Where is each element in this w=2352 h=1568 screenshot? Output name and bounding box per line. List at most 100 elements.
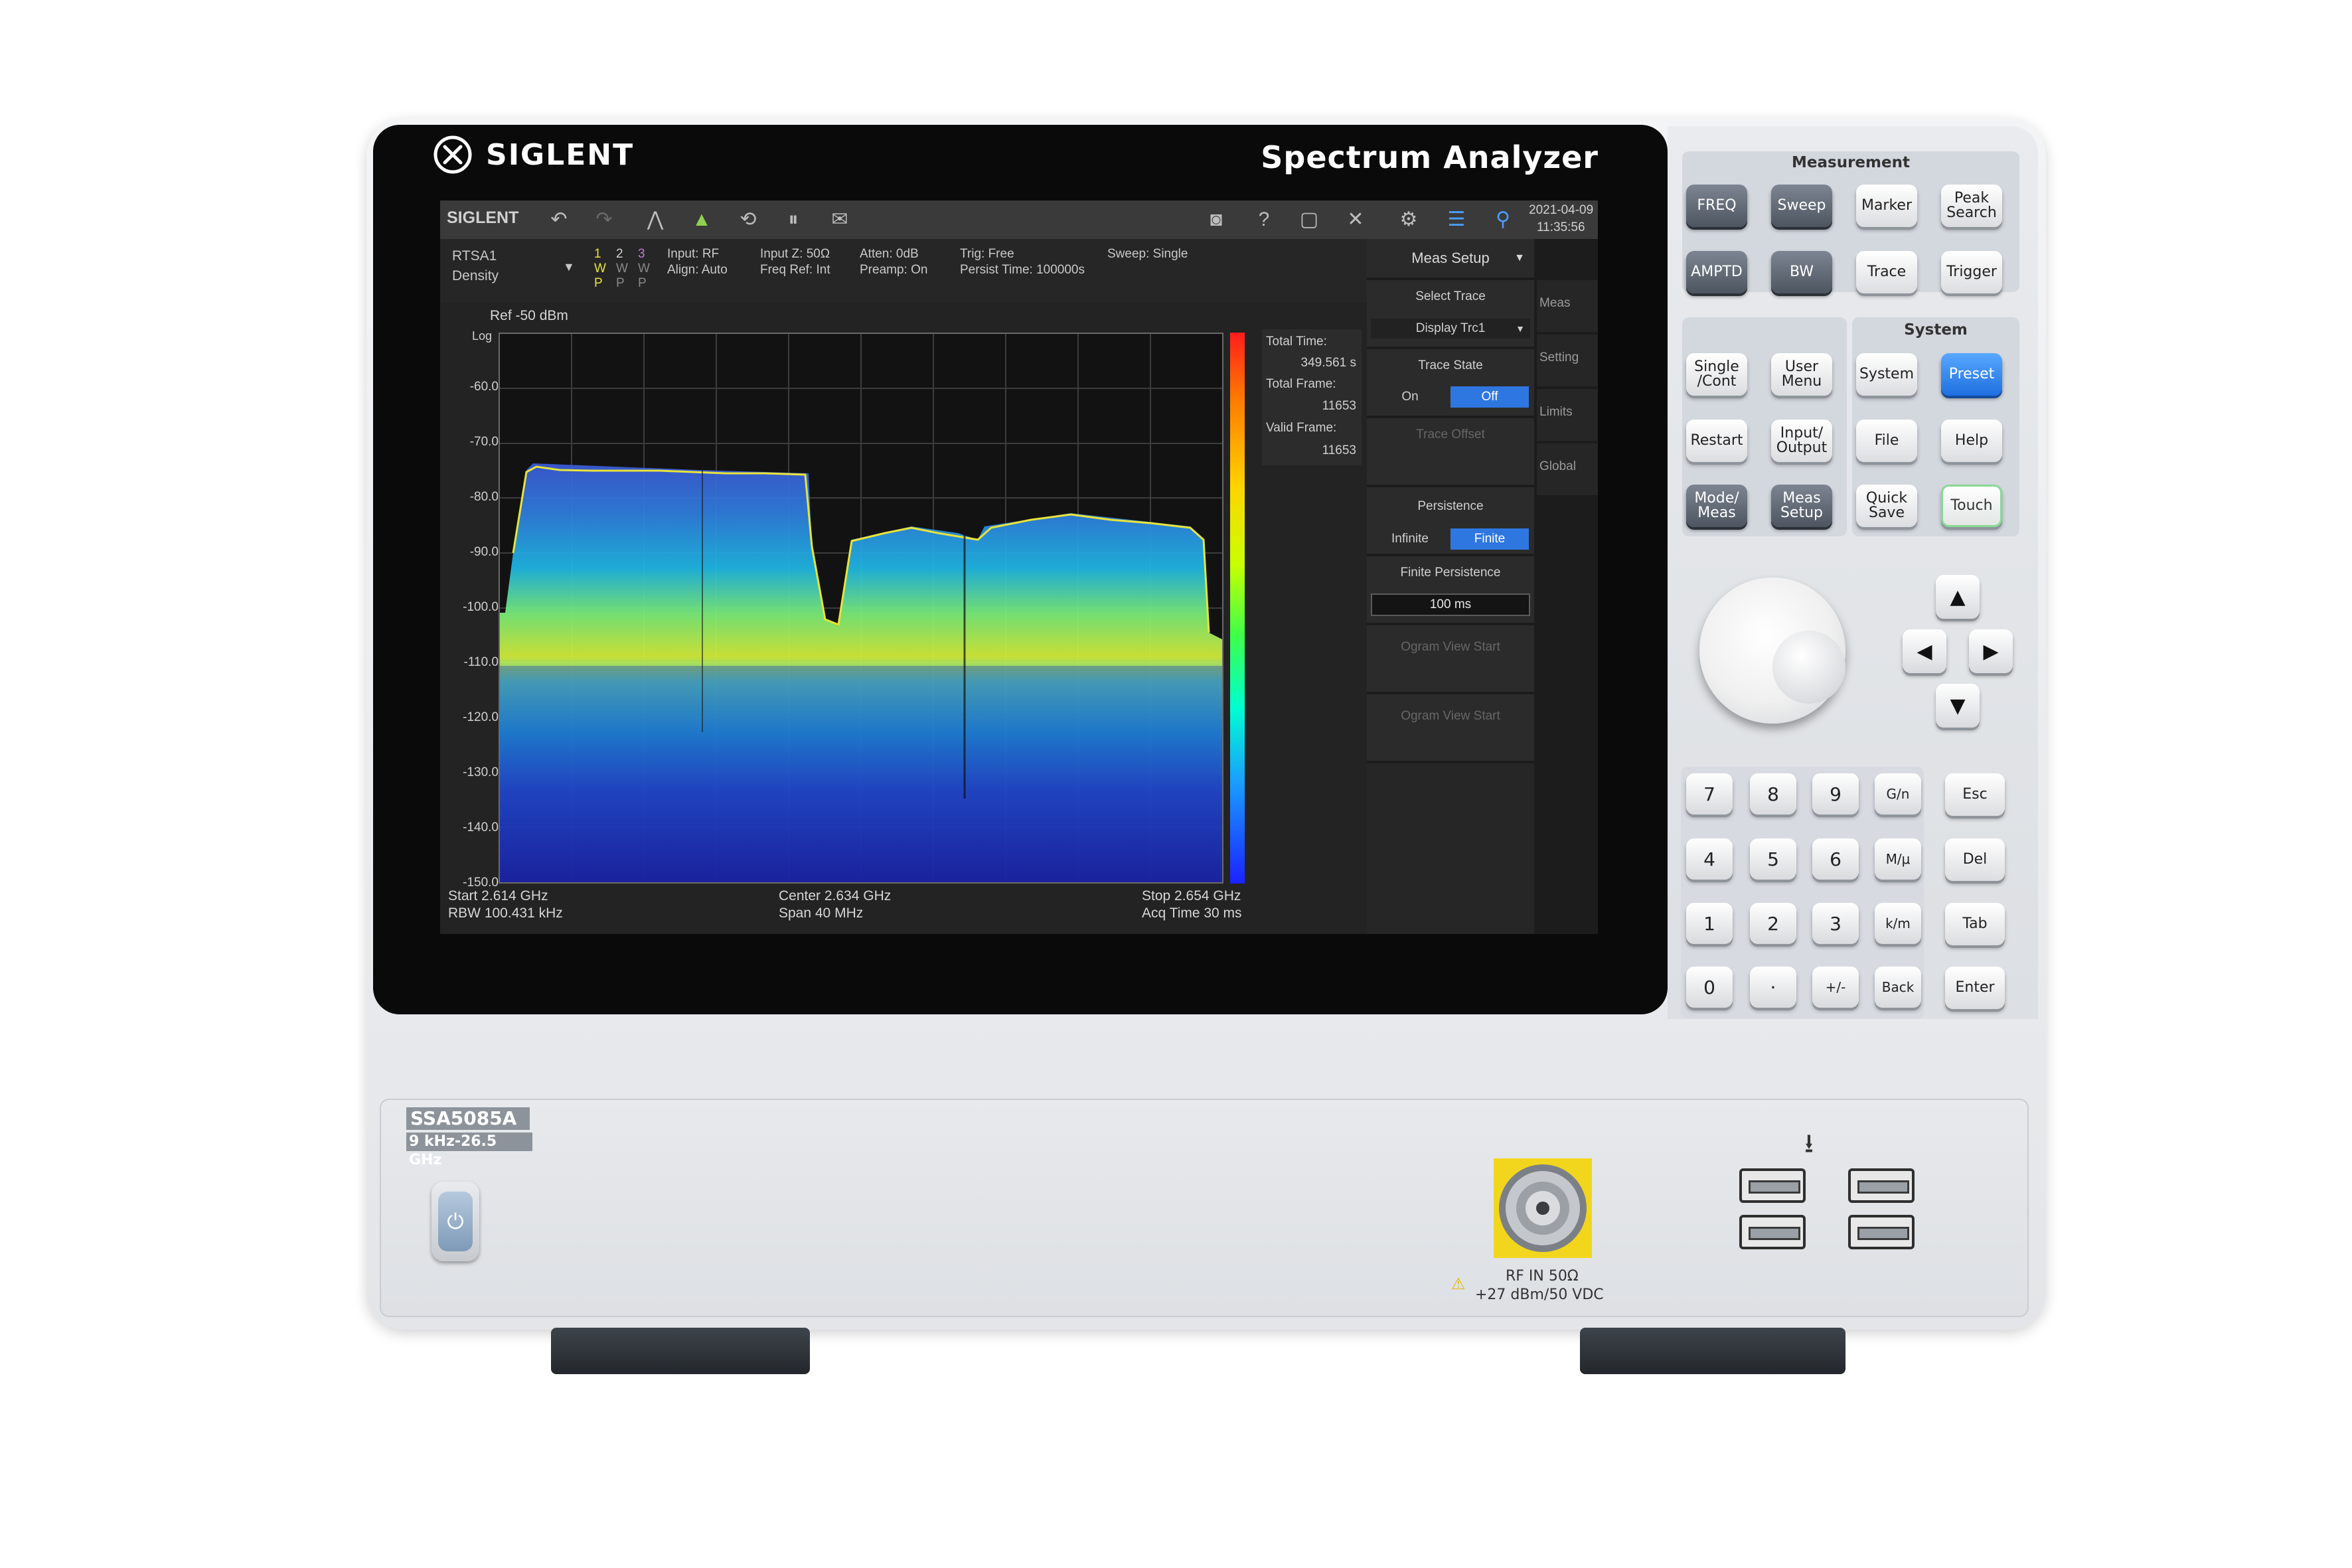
stop-freq[interactable]: Stop 2.654 GHz [1142,888,1241,904]
numpad-key[interactable]: 6 [1812,838,1859,880]
measurement-title: Measurement [1792,154,1910,171]
tools-icon[interactable]: ✕ [1343,207,1368,232]
arrow-up-key[interactable]: ▲ [1936,575,1980,619]
ogram-view-start-item-1: Ogram View Start [1367,625,1534,692]
select-trace-dropdown[interactable]: Display Trc1 ▼ [1371,319,1530,339]
center-freq[interactable]: Center 2.634 GHz [779,888,891,904]
tab-meas[interactable]: Meas [1537,280,1598,333]
rf-connector-icon[interactable] [1495,1160,1591,1256]
span-value[interactable]: Span 40 MHz [779,905,863,921]
key-freq[interactable]: FREQ [1686,185,1747,227]
chevron-down-icon: ▼ [1516,323,1525,334]
trace-state-on[interactable]: On [1371,386,1449,408]
menu-header[interactable]: Meas Setup ▼ [1367,239,1534,277]
key-del[interactable]: Del [1945,838,2005,881]
key-user-menu[interactable]: User Menu [1771,353,1832,396]
usb-port-1[interactable] [1739,1168,1806,1203]
mode-view[interactable]: Density [452,268,499,284]
marker-to-center-icon[interactable]: ▲ [689,207,714,232]
numpad-key[interactable]: 4 [1686,838,1733,880]
message-icon[interactable]: ✉ [827,207,852,232]
numpad-key[interactable]: 3 [1812,903,1859,944]
settings-gear-icon[interactable]: ⚙ [1396,207,1421,232]
acq-time[interactable]: Acq Time 30 ms [1142,905,1242,921]
network-icon[interactable]: ⚲ [1490,207,1516,232]
numpad-key[interactable]: +/- [1812,967,1859,1008]
key-file[interactable]: File [1856,420,1917,462]
rbw-value[interactable]: RBW 100.431 kHz [448,905,563,921]
numpad-key[interactable]: G/n [1875,773,1921,815]
arrow-left-key[interactable]: ◀ [1903,629,1946,673]
trace-state-menu-item[interactable]: Trace State On Off [1367,349,1534,416]
numpad-key[interactable]: 2 [1750,903,1796,944]
tab-limits[interactable]: Limits [1537,389,1598,442]
density-color-scale [1230,333,1245,884]
scale-type: Log [472,329,493,343]
key-meas-setup[interactable]: Meas Setup [1771,485,1832,527]
numpad-key[interactable]: · [1750,967,1796,1008]
redo-icon[interactable]: ↷ [591,207,617,232]
numpad-key[interactable]: 1 [1686,903,1733,944]
y-tick-label: -80.0 [469,490,499,504]
file-icon[interactable]: ▢ [1296,207,1322,232]
arrow-right-key[interactable]: ▶ [1969,629,2013,673]
key-esc[interactable]: Esc [1945,773,2005,816]
peak-marker-icon[interactable]: ⋀ [643,207,668,232]
usb-port-2[interactable] [1848,1168,1915,1203]
finite-persistence-menu-item[interactable]: Finite Persistence 100 ms [1367,556,1534,623]
numpad-key[interactable]: k/m [1875,903,1921,944]
info-atten: Atten: 0dB [860,247,919,261]
key-help[interactable]: Help [1941,420,2002,462]
key-trace[interactable]: Trace [1856,251,1917,293]
restart-icon[interactable]: ⟲ [736,207,761,232]
arrow-down-key[interactable]: ▼ [1936,684,1980,728]
numpad-key[interactable]: 8 [1750,773,1796,815]
key-single-cont[interactable]: Single /Cont [1686,353,1747,396]
numpad-key[interactable]: 0 [1686,967,1733,1008]
numpad-key[interactable]: M/μ [1875,838,1921,880]
key-restart[interactable]: Restart [1686,420,1747,462]
status-info-bar: RTSA1 Density ▼ 1 W P 2 W P 3 W P Input:… [440,239,1367,303]
numpad-key[interactable]: Back [1875,967,1921,1008]
undo-icon[interactable]: ↶ [546,207,572,232]
key-peak-search[interactable]: Peak Search [1941,185,2002,227]
tab-setting[interactable]: Setting [1537,335,1598,388]
trace-state-off[interactable]: Off [1450,386,1529,408]
screenshot-icon[interactable]: ◙ [1204,207,1229,232]
key-amptd[interactable]: AMPTD [1686,251,1747,293]
finite-persistence-input[interactable]: 100 ms [1371,593,1530,616]
arrow-right-icon: ▶ [1983,639,1999,663]
key-enter[interactable]: Enter [1945,967,2005,1009]
numpad-key[interactable]: 5 [1750,838,1796,880]
start-freq[interactable]: Start 2.614 GHz [448,888,548,904]
numpad-key[interactable]: 9 [1812,773,1859,815]
help-icon[interactable]: ? [1251,207,1277,232]
persistence-infinite[interactable]: Infinite [1371,528,1449,550]
key-input-output[interactable]: Input/ Output [1771,420,1832,462]
key-touch[interactable]: Touch [1941,485,2002,527]
key-system[interactable]: System [1856,353,1917,396]
menu-list-icon[interactable]: ☰ [1444,207,1469,232]
key-trigger[interactable]: Trigger [1941,251,2002,293]
spectrum-density-plot[interactable] [499,333,1223,884]
y-tick-label: -130.0 [463,765,499,779]
key-marker[interactable]: Marker [1856,185,1917,227]
pause-icon[interactable]: ⏸ [781,207,806,232]
key-preset[interactable]: Preset [1941,353,2002,396]
usb-port-4[interactable] [1848,1215,1915,1249]
mode-dropdown-icon[interactable]: ▼ [563,260,575,274]
tab-global[interactable]: Global [1537,443,1598,497]
persistence-finite[interactable]: Finite [1450,528,1529,550]
valid-frame-value: 11653 [1322,443,1356,457]
key-quick-save[interactable]: Quick Save [1856,485,1917,527]
select-trace-menu-item[interactable]: Select Trace Display Trc1 ▼ [1367,280,1534,347]
key-mode-meas[interactable]: Mode/ Meas [1686,485,1747,527]
key-bw[interactable]: BW [1771,251,1832,293]
key-tab[interactable]: Tab [1945,903,2005,945]
trace-state-label: Trace State [1418,358,1483,372]
mode-name[interactable]: RTSA1 [452,248,497,264]
persistence-menu-item[interactable]: Persistence Infinite Finite [1367,487,1534,554]
numpad-key[interactable]: 7 [1686,773,1733,815]
usb-port-3[interactable] [1739,1215,1806,1249]
key-sweep[interactable]: Sweep [1771,185,1832,227]
